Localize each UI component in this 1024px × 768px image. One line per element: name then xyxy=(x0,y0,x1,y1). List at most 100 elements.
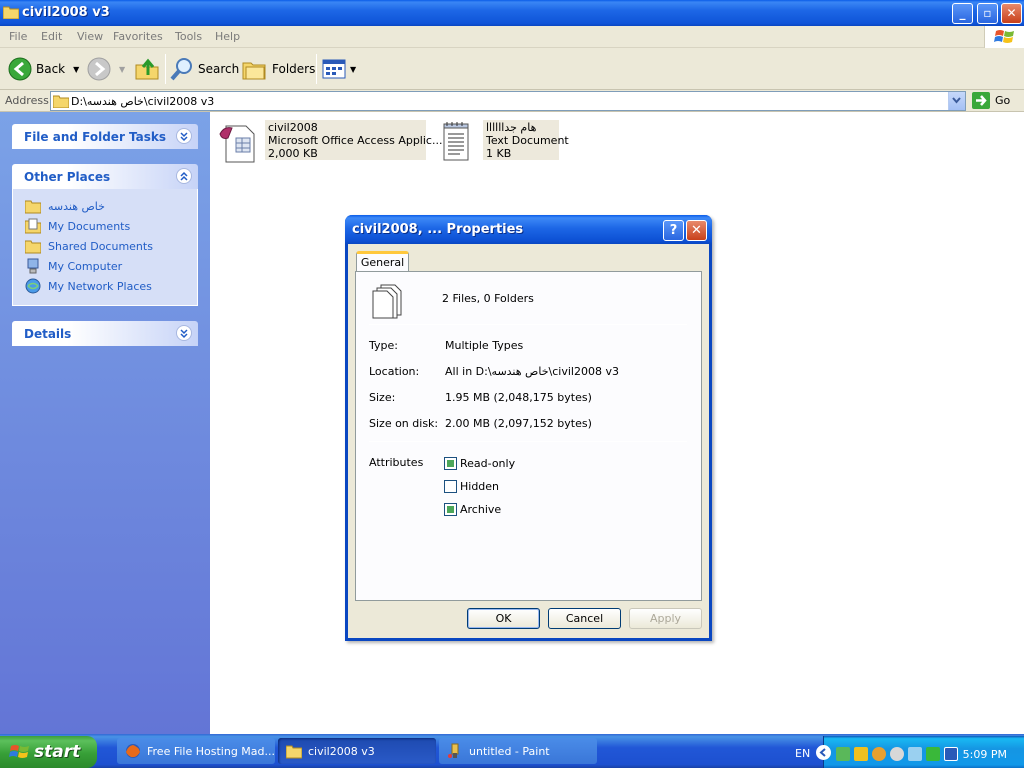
taskbar-item-label: Free File Hosting Mad... xyxy=(147,744,275,758)
windows-flag-icon xyxy=(994,30,1014,43)
ok-button[interactable]: OK xyxy=(467,608,540,629)
views-button[interactable]: ▼ xyxy=(322,54,356,84)
divider xyxy=(369,441,687,442)
address-input[interactable]: D:\خاص هندسه\civil2008 v3 xyxy=(50,91,966,111)
connection-icon[interactable] xyxy=(908,747,922,761)
place-link-network-places[interactable]: My Network Places xyxy=(25,278,152,294)
cancel-button[interactable]: Cancel xyxy=(548,608,621,629)
file-name: civil2008 xyxy=(268,121,318,134)
volume-icon[interactable] xyxy=(890,747,904,761)
firefox-icon xyxy=(126,744,140,758)
back-button[interactable]: Back ▼ xyxy=(8,54,79,84)
restore-button[interactable]: ▫ xyxy=(977,3,998,24)
taskbar-item-explorer[interactable]: civil2008 v3 xyxy=(278,738,436,764)
security-shield-icon[interactable] xyxy=(854,747,868,761)
location-value: All in D:\خاص هندسه\civil2008 v3 xyxy=(445,365,619,378)
expand-chevron-icon[interactable] xyxy=(176,128,192,144)
place-label: My Documents xyxy=(48,219,131,233)
back-dropdown-icon[interactable]: ▼ xyxy=(73,65,79,74)
language-indicator[interactable]: EN xyxy=(795,747,810,760)
tab-general[interactable]: General xyxy=(356,251,409,272)
read-only-checkbox[interactable] xyxy=(444,457,457,470)
address-bar: Address D:\خاص هندسه\civil2008 v3 Go xyxy=(0,90,1024,112)
views-icon xyxy=(322,59,346,79)
forward-button[interactable]: ▼ xyxy=(87,54,125,84)
up-folder-button[interactable] xyxy=(134,54,160,84)
up-folder-icon xyxy=(135,58,159,80)
collapse-chevron-icon[interactable] xyxy=(176,168,192,184)
place-label: خاص هندسه xyxy=(48,199,105,213)
clock[interactable]: 5:09 PM xyxy=(963,748,1007,761)
size-on-disk-value: 2.00 MB (2,097,152 bytes) xyxy=(445,417,592,430)
place-link-shared-documents[interactable]: Shared Documents xyxy=(25,238,153,254)
properties-dialog: civil2008, ... Properties ? ✕ General 2 … xyxy=(345,215,712,641)
minimize-button[interactable]: _ xyxy=(952,3,973,24)
network-places-icon xyxy=(25,278,41,294)
menu-file[interactable]: File xyxy=(9,30,27,43)
back-label: Back xyxy=(36,62,66,76)
place-label: My Computer xyxy=(48,259,123,273)
close-button[interactable]: ✕ xyxy=(1001,3,1022,24)
place-link-my-documents[interactable]: My Documents xyxy=(25,218,130,234)
address-dropdown-button[interactable] xyxy=(948,92,965,110)
details-header[interactable]: Details xyxy=(12,321,198,346)
taskbar: start Free File Hosting Mad... civil2008… xyxy=(0,734,1024,768)
file-type: Text Document xyxy=(486,134,569,147)
window-title-bar[interactable]: civil2008 v3 _ ▫ ✕ xyxy=(0,0,1024,26)
hidden-checkbox[interactable] xyxy=(444,480,457,493)
minimize-icon: _ xyxy=(959,6,966,20)
dialog-close-button[interactable]: ✕ xyxy=(686,220,707,241)
archive-checkbox[interactable] xyxy=(444,503,457,516)
file-folder-tasks-header[interactable]: File and Folder Tasks xyxy=(12,124,198,149)
restore-icon: ▫ xyxy=(983,6,992,20)
text-document-icon[interactable] xyxy=(438,118,478,164)
folder-icon xyxy=(53,95,69,108)
taskbar-item-paint[interactable]: untitled - Paint xyxy=(439,738,597,764)
size-on-disk-label: Size on disk: xyxy=(369,417,439,430)
menu-tools[interactable]: Tools xyxy=(175,30,202,43)
search-button[interactable]: Search xyxy=(170,54,239,84)
expand-chevron-icon[interactable] xyxy=(176,325,192,341)
size-label: Size: xyxy=(369,391,396,404)
place-link-parent[interactable]: خاص هندسه xyxy=(25,198,105,214)
other-places-header[interactable]: Other Places xyxy=(12,164,198,189)
archive-label: Archive xyxy=(460,503,502,516)
address-path: D:\خاص هندسه\civil2008 v3 xyxy=(71,95,215,108)
forward-dropdown-icon[interactable]: ▼ xyxy=(119,65,125,74)
start-button[interactable]: start xyxy=(0,736,97,768)
place-label: My Network Places xyxy=(48,279,152,293)
other-places-title: Other Places xyxy=(24,170,111,184)
monitor-icon[interactable] xyxy=(926,747,940,761)
go-label: Go xyxy=(995,94,1011,107)
menu-favorites[interactable]: Favorites xyxy=(113,30,163,43)
access-app-icon[interactable] xyxy=(218,120,262,164)
general-tab-panel: 2 Files, 0 Folders Type: Multiple Types … xyxy=(355,271,702,601)
taskbar-item-browser[interactable]: Free File Hosting Mad... xyxy=(117,738,275,764)
menu-help[interactable]: Help xyxy=(215,30,240,43)
place-label: Shared Documents xyxy=(48,239,153,253)
file-type: Microsoft Office Access Applic... xyxy=(268,134,443,147)
display-icon[interactable] xyxy=(944,747,958,761)
details-title: Details xyxy=(24,327,72,341)
file-name: هام جداااااا xyxy=(486,121,537,134)
folder-icon xyxy=(25,240,41,254)
folders-label: Folders xyxy=(272,62,316,76)
folders-button[interactable]: Folders xyxy=(242,54,315,84)
close-icon: ✕ xyxy=(691,223,702,238)
apply-button[interactable]: Apply xyxy=(629,608,702,629)
menu-view[interactable]: View xyxy=(77,30,103,43)
menu-edit[interactable]: Edit xyxy=(41,30,62,43)
system-tray: 5:09 PM xyxy=(816,736,1024,768)
windows-logo xyxy=(984,26,1024,48)
show-hidden-icons-button[interactable] xyxy=(816,745,831,760)
help-button[interactable]: ? xyxy=(663,220,684,241)
antivirus-icon[interactable] xyxy=(872,747,886,761)
go-button[interactable]: Go xyxy=(972,92,1010,109)
hidden-label: Hidden xyxy=(460,480,500,493)
place-link-my-computer[interactable]: My Computer xyxy=(25,258,122,274)
dialog-title-bar[interactable]: civil2008, ... Properties ? ✕ xyxy=(345,215,712,244)
folder-icon xyxy=(3,6,19,19)
network-tray-icon[interactable] xyxy=(836,747,850,761)
search-label: Search xyxy=(198,62,240,76)
views-dropdown-icon[interactable]: ▼ xyxy=(350,65,356,74)
